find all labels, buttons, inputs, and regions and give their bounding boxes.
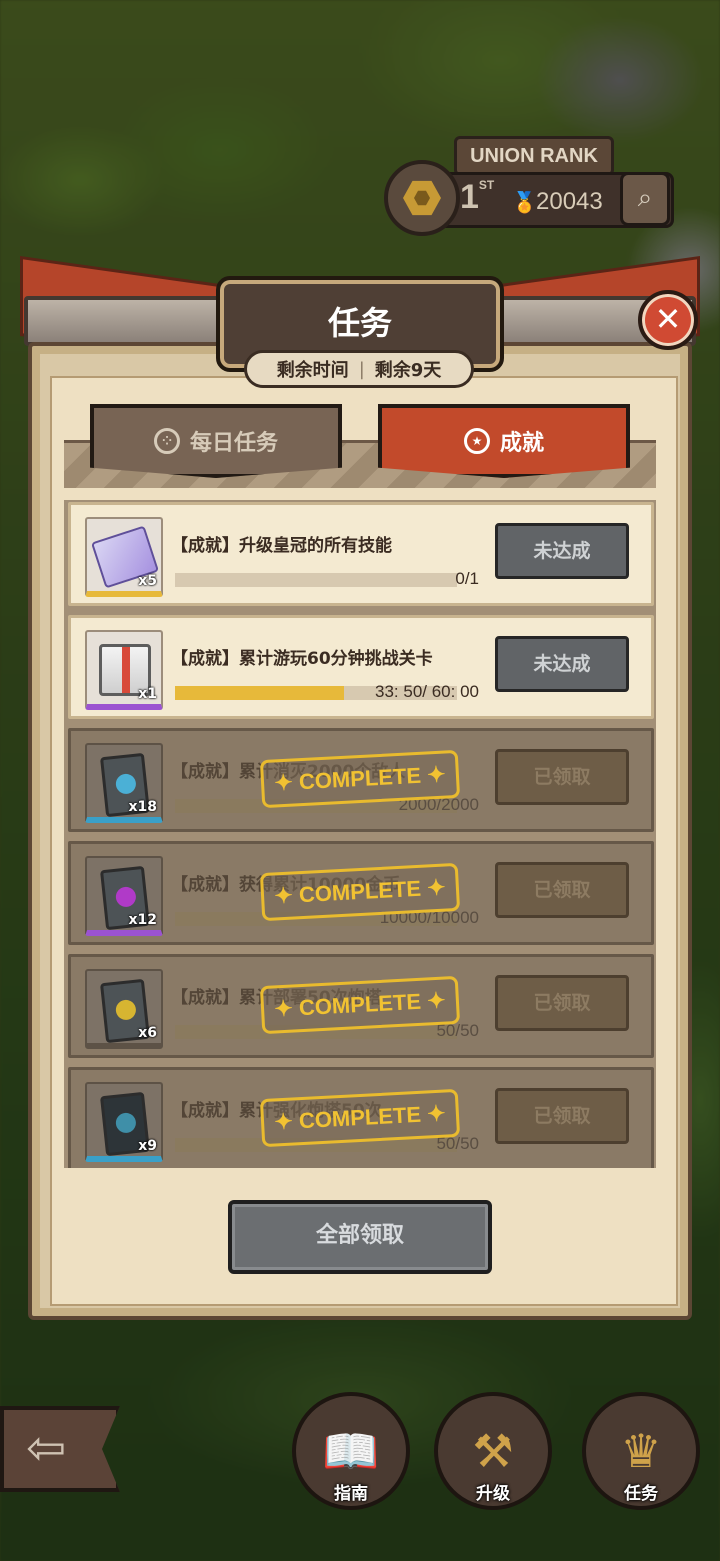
dots-circle-icon: ⁘ [153,428,180,454]
close-icon: ✕ [654,300,682,338]
tab-achievements[interactable]: ★ 成就 [378,404,630,478]
claim-all-button[interactable]: 全部领取 [228,1200,492,1274]
nav-quest-label: 任务 [624,1484,658,1504]
reward-quantity: x6 [138,1025,157,1041]
union-place-suffix: ST [478,178,495,192]
task-title: 【成就】升级皇冠的所有技能 [171,536,392,556]
claimed-button[interactable]: 已领取 [495,862,629,918]
nav-upgrade-button[interactable]: ⚒ 升级 [434,1392,552,1510]
reward-quantity: x9 [138,1138,157,1154]
reward-quantity: x12 [128,912,157,928]
task-list[interactable]: x5 【成就】升级皇冠的所有技能 0/1 未达成 x1 【成就】累计游玩60分钟… [64,500,656,1168]
claimed-button[interactable]: 已领取 [495,749,629,805]
task-row: x9 【成就】累计强化炮塔50次 50/50 已领取 ✦ COMPLETE ✦ [68,1067,654,1168]
progress-bar-fill [175,686,345,700]
tab-daily-label: 每日任务 [189,431,278,456]
remaining-time-badge: 剩余时间 | 剩余9天 [244,350,474,388]
medal-icon: 🏅 [512,190,537,214]
union-emblem-icon [384,160,460,236]
union-score: 20043 [536,188,603,215]
progress-text: 33: 50/ 60: 00 [375,682,479,701]
reward-slot[interactable]: x18 [85,743,163,823]
star-circle-icon: ★ [463,428,490,454]
task-row: x5 【成就】升级皇冠的所有技能 0/1 未达成 [68,502,654,606]
tab-daily-tasks[interactable]: ⁘ 每日任务 [90,404,342,478]
reward-quantity: x1 [138,686,157,702]
nav-upgrade-label: 升级 [476,1484,510,1504]
reward-slot[interactable]: x1 [85,630,163,710]
reward-slot[interactable]: x6 [85,969,163,1049]
task-title: 【成就】累计游玩60分钟挑战关卡 [171,649,433,669]
reward-slot[interactable]: x12 [85,856,163,936]
union-rank-title: UNION RANK [454,136,614,176]
claimed-button[interactable]: 已领取 [495,1088,629,1144]
reward-slot[interactable]: x5 [85,517,163,597]
reward-quantity: x5 [138,573,157,589]
not-achieved-button[interactable]: 未达成 [495,523,629,579]
crown-scroll-icon: ♛ [620,1424,662,1478]
reward-slot[interactable]: x9 [85,1082,163,1162]
union-rank-place: 1ST [460,178,494,217]
search-icon[interactable]: ⌕ [620,172,670,226]
panel-title: 任务 [327,304,392,342]
union-rank-widget[interactable]: UNION RANK 1ST 🏅 20043 ⌕ [384,132,684,236]
nav-quest-button[interactable]: ♛ 任务 [582,1392,700,1510]
progress-bar [175,573,457,587]
nav-guide-button[interactable]: 📖 指南 [292,1392,410,1510]
book-icon: 📖 [322,1423,380,1478]
progress-text: 0/1 [455,569,479,588]
task-row: x12 【成就】获得累计10000金币 10000/10000 已领取 ✦ CO… [68,841,654,945]
task-row: x6 【成就】累计部署50次炮塔 50/50 已领取 ✦ COMPLETE ✦ [68,954,654,1058]
arrow-left-icon: ⇦ [26,1420,67,1476]
task-row: x1 【成就】累计游玩60分钟挑战关卡 33: 50/ 60: 00 未达成 [68,615,654,719]
back-button[interactable]: ⇦ [0,1406,120,1492]
close-button[interactable]: ✕ [638,290,698,350]
remaining-time-value: 剩余9天 [374,360,442,381]
claimed-button[interactable]: 已领取 [495,975,629,1031]
reward-quantity: x18 [128,799,157,815]
remaining-time-label: 剩余时间 [276,360,349,381]
hammer-icon: ⚒ [472,1424,514,1478]
tab-achievements-label: 成就 [499,431,544,456]
nav-guide-label: 指南 [334,1484,368,1504]
not-achieved-button[interactable]: 未达成 [495,636,629,692]
separator: | [358,358,365,380]
task-row: x18 【成就】累计消灭2000个敌人 2000/2000 已领取 ✦ COMP… [68,728,654,832]
union-place-number: 1 [460,178,479,216]
